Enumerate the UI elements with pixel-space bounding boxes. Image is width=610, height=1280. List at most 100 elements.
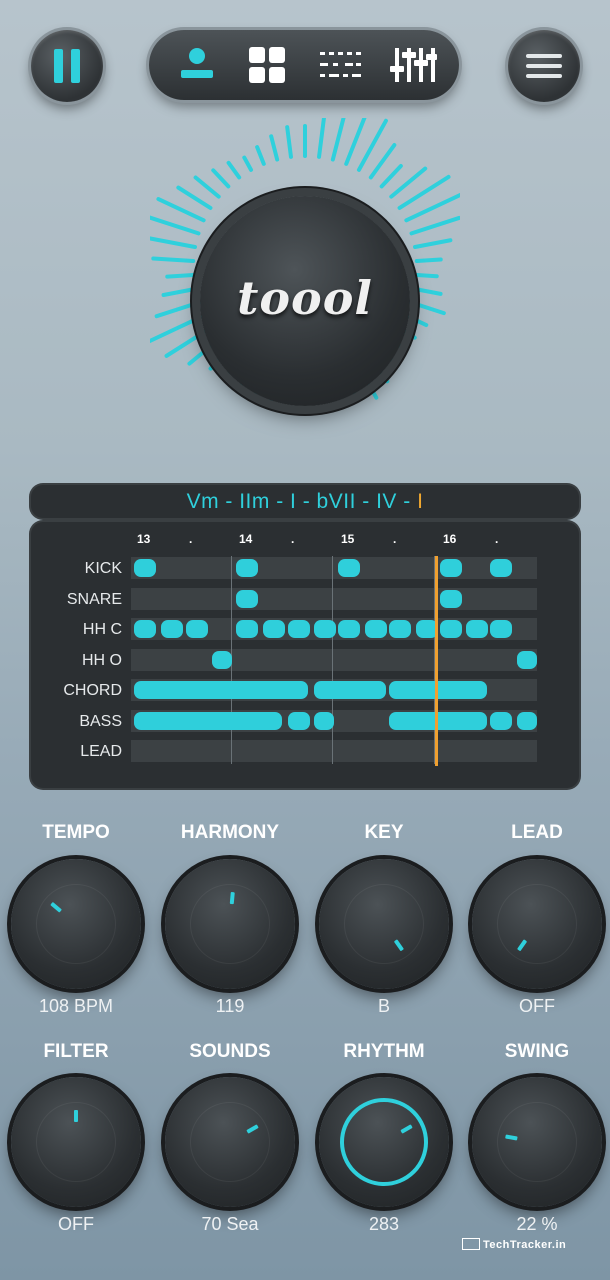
note-block[interactable] xyxy=(314,681,386,699)
playhead xyxy=(435,556,438,766)
knob-label-key: KEY xyxy=(364,822,404,843)
knob-label-swing: SWING xyxy=(504,1041,570,1062)
visualizer-bar xyxy=(193,175,221,199)
note-block[interactable] xyxy=(314,620,336,638)
visualizer-bar xyxy=(413,286,443,296)
key-knob[interactable] xyxy=(319,859,449,989)
beat-marker: . xyxy=(393,532,397,546)
lead-knob[interactable] xyxy=(472,859,602,989)
grid-icon[interactable] xyxy=(247,46,287,84)
visualizer-bar xyxy=(409,300,446,316)
note-block[interactable] xyxy=(490,620,512,638)
visualizer-bar xyxy=(165,273,196,279)
sequencer-panel: 13 . 14 . 15 . 16 . KICK SNARE HH C HH O… xyxy=(31,522,579,788)
chord-progression-bar: Vm - IIm - I - bVII - IV - I xyxy=(31,485,579,518)
beat-marker: . xyxy=(291,532,295,546)
visualizer-bar xyxy=(255,145,266,166)
current-chord: I xyxy=(417,490,424,513)
harmony-knob[interactable] xyxy=(165,859,295,989)
note-block[interactable] xyxy=(440,559,462,577)
watermark: TechTracker.in xyxy=(462,1238,566,1251)
visualizer-bar xyxy=(156,197,206,223)
visualizer-bar xyxy=(414,257,443,263)
knob-value-filter: OFF xyxy=(58,1214,94,1234)
note-block[interactable] xyxy=(236,590,258,608)
knob-label-harmony: HARMONY xyxy=(180,822,280,843)
note-block[interactable] xyxy=(134,712,282,730)
note-block[interactable] xyxy=(389,620,411,638)
visualizer-bar xyxy=(409,215,460,236)
note-block[interactable] xyxy=(466,620,488,638)
note-block[interactable] xyxy=(134,559,156,577)
swing-knob[interactable] xyxy=(472,1077,602,1207)
note-block[interactable] xyxy=(314,712,334,730)
track-label-hh-open: HH O xyxy=(82,652,122,669)
bar-divider xyxy=(332,556,333,764)
filter-knob[interactable] xyxy=(11,1077,141,1207)
visualizer-bar xyxy=(154,300,201,319)
visualizer-bar xyxy=(161,286,197,297)
note-block[interactable] xyxy=(236,620,258,638)
track-label-hh-closed: HH C xyxy=(82,621,122,638)
note-block[interactable] xyxy=(389,681,487,699)
track-row-kick[interactable] xyxy=(131,557,537,579)
note-block[interactable] xyxy=(338,559,360,577)
tempo-knob[interactable] xyxy=(11,859,141,989)
person-icon[interactable] xyxy=(177,46,217,84)
note-block[interactable] xyxy=(365,620,387,638)
track-row-lead[interactable] xyxy=(131,740,537,762)
note-block[interactable] xyxy=(517,712,537,730)
bar-number: 13 xyxy=(137,532,151,546)
knob-label-sounds: SOUNDS xyxy=(189,1041,271,1062)
track-row-hh-open[interactable] xyxy=(131,649,537,671)
note-block[interactable] xyxy=(288,712,310,730)
rhythm-knob[interactable] xyxy=(319,1077,449,1207)
note-block[interactable] xyxy=(389,712,487,730)
note-block[interactable] xyxy=(490,712,512,730)
note-block[interactable] xyxy=(236,559,258,577)
visualizer-bar xyxy=(242,155,254,172)
visualizer-bar xyxy=(368,143,397,180)
visualizer-bar xyxy=(413,238,453,250)
knob-value-tempo: 108 BPM xyxy=(38,996,114,1016)
hamburger-icon xyxy=(508,30,580,102)
note-block[interactable] xyxy=(440,590,462,608)
visualizer-bar xyxy=(211,168,231,189)
sequencer-icon[interactable] xyxy=(319,46,363,84)
knob-value-key: B xyxy=(377,996,390,1016)
visualizer-bar xyxy=(176,185,213,210)
note-block[interactable] xyxy=(212,651,232,669)
mixer-sliders-icon[interactable] xyxy=(389,46,437,84)
note-block[interactable] xyxy=(440,620,462,638)
visualizer-bar xyxy=(330,118,346,162)
menu-button[interactable] xyxy=(508,30,580,102)
visualizer-bar xyxy=(404,313,429,328)
pause-button[interactable] xyxy=(31,30,103,102)
view-switcher xyxy=(149,30,459,100)
beat-marker: . xyxy=(189,532,193,546)
knob-value-lead: OFF xyxy=(519,996,555,1016)
knob-label-lead: LEAD xyxy=(511,822,563,843)
track-row-snare[interactable] xyxy=(131,588,537,610)
knob-value-rhythm: 283 xyxy=(368,1214,400,1234)
main-play-knob[interactable]: toool xyxy=(200,196,410,406)
visualizer-bar xyxy=(226,160,242,180)
note-block[interactable] xyxy=(134,681,308,699)
note-block[interactable] xyxy=(490,559,512,577)
track-label-kick: KICK xyxy=(84,560,122,577)
knob-value-sounds: 70 Sea xyxy=(201,1214,259,1234)
note-block[interactable] xyxy=(134,620,156,638)
note-block[interactable] xyxy=(288,620,310,638)
note-block[interactable] xyxy=(263,620,285,638)
visualizer-bar xyxy=(414,273,439,279)
visualizer-bar xyxy=(285,125,293,159)
note-block[interactable] xyxy=(517,651,537,669)
visualizer-bar xyxy=(317,118,326,159)
sounds-knob[interactable] xyxy=(165,1077,295,1207)
visualizer-bar xyxy=(150,236,197,250)
note-block[interactable] xyxy=(338,620,360,638)
visualizer-bar xyxy=(379,163,403,189)
note-block[interactable] xyxy=(186,620,208,638)
note-block[interactable] xyxy=(161,620,183,638)
beat-marker: . xyxy=(495,532,499,546)
